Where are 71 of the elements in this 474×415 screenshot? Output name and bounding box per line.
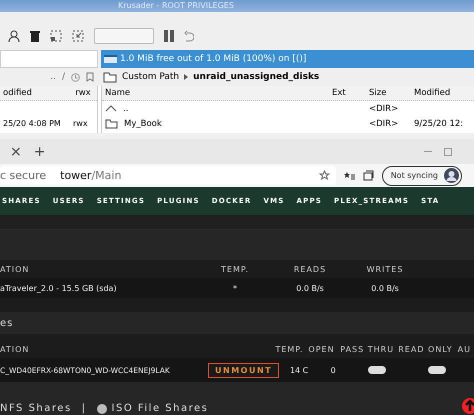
section-title: es [0,312,474,334]
drive-icon [104,54,117,64]
file-size: <DIR> [368,104,400,114]
collections-icon[interactable] [362,170,374,181]
breadcrumb[interactable]: / [62,72,65,82]
column-header: ATION [0,264,30,274]
column-header: AU [456,344,472,354]
column-header: WRITES [366,264,404,274]
trash-icon[interactable] [30,30,40,42]
table-cell-text: 25/20 4:08 PM [2,119,62,128]
column-header: READS [292,264,328,274]
url-path: /Main [91,169,122,182]
file-row[interactable]: My_Book <DIR> 9/25/20 12: [102,116,474,131]
footer-link[interactable]: ISO File Shares [112,403,208,414]
column-header: PASS THRU [339,344,396,354]
favorites-icon[interactable] [344,170,355,180]
url-host: tower [60,169,92,182]
file-row[interactable]: .. <DIR> [102,101,474,116]
path-label[interactable]: Custom Path [122,72,180,82]
column-header[interactable]: rwx [72,88,97,98]
path-segment[interactable]: unraid_unassigned_disks [193,72,320,82]
close-tab-button[interactable]: × [10,144,22,160]
free-space-text: 1.0 MiB free out of 1.0 MiB (100%) on [()] [120,54,306,64]
breadcrumb[interactable]: .. [50,72,56,82]
column-header: TEMP. [274,344,304,354]
footer-link[interactable]: NFS Shares [0,403,72,414]
pause-icon[interactable] [164,30,174,42]
window-title: Krusader - ROOT PRIVILEGES [118,1,234,11]
user-icon[interactable] [8,30,20,42]
column-header[interactable]: odified [0,88,72,98]
separator: | [82,403,87,414]
sync-button[interactable]: Not syncing [382,166,462,186]
toggle-switch[interactable] [428,366,446,374]
up-icon [105,105,117,112]
file-size: <DIR> [368,118,400,128]
star-icon[interactable] [318,170,330,181]
folder-icon [105,118,118,128]
undo-icon[interactable] [184,30,194,42]
column-header[interactable]: Ext [329,88,366,98]
bookmark-icon[interactable] [86,72,95,82]
column-header: TEMP. [220,264,250,274]
file-name: .. [123,104,128,114]
scroll-top-icon[interactable] [462,398,474,414]
unmount-button[interactable]: UNMOUNT [208,362,280,378]
column-header: READ ONLY [397,344,454,354]
security-label: c secure [0,169,46,182]
chevron-icon [184,74,188,80]
column-header[interactable]: Modified [411,88,474,98]
new-tab-button[interactable]: + [34,144,46,160]
table-cell-text: aTraveler_2.0 - 15.5 GB (sda) [0,284,118,292]
column-header: ATION [0,344,30,354]
table-cell-text: 0 [330,366,337,374]
avatar-icon [444,168,459,183]
column-header[interactable]: Name [102,88,329,98]
table-cell-text: 14 C [288,366,310,374]
column-header: OPEN [307,344,336,354]
column-header[interactable]: Size [366,88,411,98]
toggle-switch[interactable] [368,366,386,374]
file-name: My_Book [124,118,162,128]
table-cell-text: rwx [72,119,89,128]
folder-icon [103,72,117,82]
table-cell-text: 0.0 B/s [370,284,400,292]
disc-icon [96,404,107,414]
path-field[interactable] [0,50,98,68]
select-icon[interactable] [50,30,62,42]
shrink-icon[interactable] [72,30,84,42]
file-date: 9/25/20 12: [413,118,464,128]
combo-field[interactable] [94,28,154,44]
table-cell-text: * [232,284,238,292]
table-cell-text: 0.0 B/s [295,284,325,292]
address-bar[interactable]: c secure tower/Main [0,166,336,185]
